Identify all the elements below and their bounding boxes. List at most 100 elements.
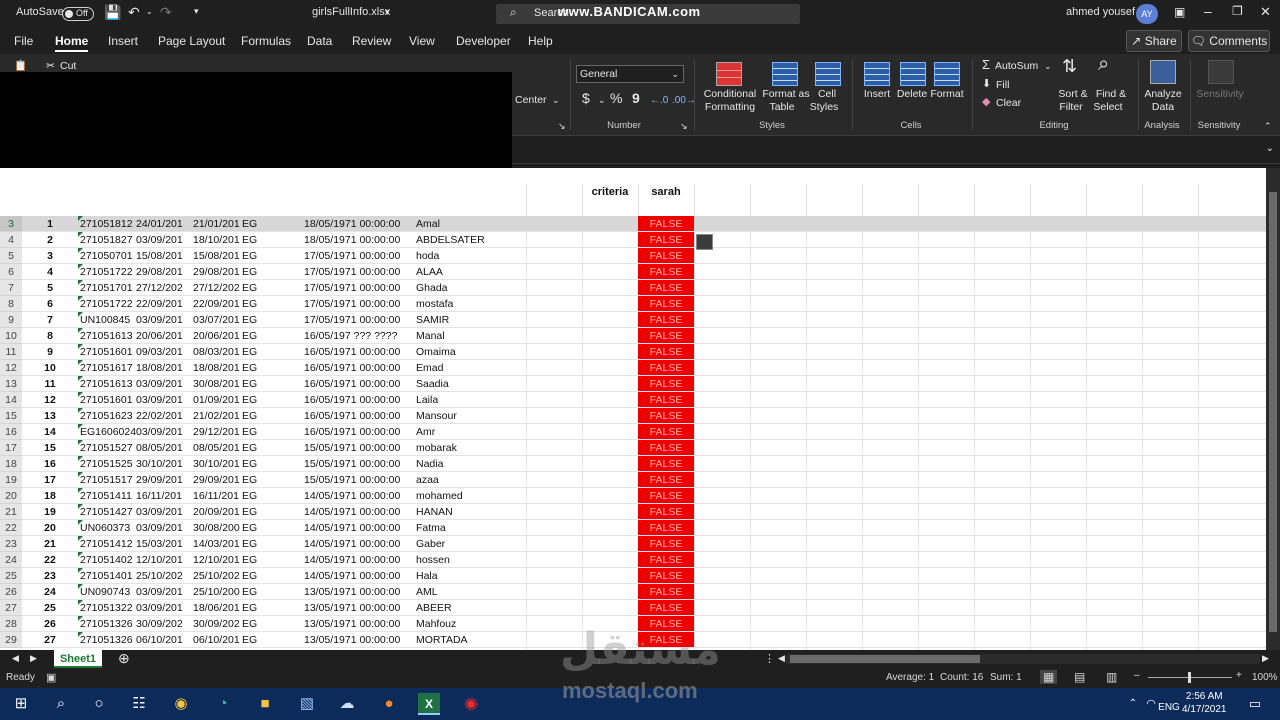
row-header[interactable]: 4 <box>0 232 22 248</box>
zoom-level[interactable]: 100% <box>1252 672 1278 683</box>
currency-dropdown-icon[interactable]: ⌄ <box>598 94 606 107</box>
cell-sarah-result[interactable]: FALSE <box>638 312 694 328</box>
cell-id[interactable]: UN090743 <box>80 584 136 600</box>
cell-sarah-result[interactable]: FALSE <box>638 600 694 616</box>
tab-view[interactable]: View <box>409 34 435 48</box>
cell-nationality[interactable]: EG <box>242 536 262 552</box>
cell-date-1[interactable]: 09/03/201 <box>136 344 192 360</box>
cell-nationality[interactable]: EG <box>242 232 262 248</box>
row-header[interactable]: 7 <box>0 280 22 296</box>
cell-date-2[interactable]: 21/02/201 <box>193 408 241 424</box>
notifications-icon[interactable]: ▭ <box>1244 693 1266 715</box>
cell-name[interactable]: Nadia <box>416 456 526 472</box>
cell-id[interactable]: 271051722 <box>80 296 136 312</box>
cell-date-2[interactable]: 18/06/201 <box>193 600 241 616</box>
cell-sarah-result[interactable]: FALSE <box>638 280 694 296</box>
cell-birthdate[interactable]: 17/05/1971 00:00:00 <box>304 280 414 296</box>
cell-birthdate[interactable]: 13/05/1971 00:00:00 <box>304 584 414 600</box>
cell-id[interactable]: UN060373 <box>80 520 136 536</box>
cell-nationality[interactable]: EG <box>242 488 262 504</box>
cell-id[interactable]: 271051401 <box>80 568 136 584</box>
cell-date-2[interactable]: 30/08/201 <box>193 376 241 392</box>
cell-nationality[interactable]: EG <box>242 408 262 424</box>
row-header[interactable]: 13 <box>0 376 22 392</box>
percent-icon[interactable]: % <box>610 91 622 105</box>
cell-date-2[interactable]: 30/08/200 <box>193 520 241 536</box>
cell-date-1[interactable]: 29/08/201 <box>136 264 192 280</box>
cell-date-1[interactable]: 15/08/201 <box>136 248 192 264</box>
cell-sarah-result[interactable]: FALSE <box>638 584 694 600</box>
cell-nationality[interactable]: EG <box>242 616 262 632</box>
cell-name[interactable]: Amr <box>416 424 526 440</box>
cell-index[interactable]: 10 <box>22 360 78 376</box>
currency-icon[interactable]: $ <box>582 91 590 105</box>
cell-index[interactable]: 13 <box>22 408 78 424</box>
cell-sarah-result[interactable]: FALSE <box>638 232 694 248</box>
cell-nationality[interactable]: EG <box>242 328 262 344</box>
cell-index[interactable]: 15 <box>22 440 78 456</box>
cell-date-2[interactable]: 25/10/200 <box>193 584 241 600</box>
sensitivity-label[interactable]: Sensitivity <box>1194 88 1246 101</box>
cell-nationality[interactable]: EG <box>242 600 262 616</box>
cell-birthdate[interactable]: 17/05/1971 00:00:00 <box>304 264 414 280</box>
cell-sarah-result[interactable]: FALSE <box>638 456 694 472</box>
cell-date-1[interactable]: 03/09/201 <box>136 504 192 520</box>
cell-birthdate[interactable]: 13/05/1971 00:00:00 <box>304 632 414 648</box>
cell-date-1[interactable]: 30/10/201 <box>136 456 192 472</box>
cell-name[interactable]: Saadia <box>416 376 526 392</box>
format-cells-icon[interactable] <box>934 62 960 86</box>
cell-date-1[interactable]: 22/02/201 <box>136 408 192 424</box>
sort-filter-label-1[interactable]: Sort & <box>1056 88 1090 101</box>
decrease-decimal-icon[interactable]: .00→ <box>672 94 696 107</box>
cell-sarah-result[interactable]: FALSE <box>638 216 694 232</box>
cell-nationality[interactable]: EG <box>242 296 262 312</box>
cell-nationality[interactable]: EG <box>242 632 262 648</box>
cell-name[interactable]: mohamed <box>416 488 526 504</box>
zoom-out-icon[interactable]: – <box>1134 670 1140 681</box>
cell-name[interactable]: ABEER <box>416 600 526 616</box>
cell-date-2[interactable]: 25/10/202 <box>193 568 241 584</box>
cell-id[interactable]: 271051722 <box>80 264 136 280</box>
firefox-icon[interactable]: ● <box>378 693 400 715</box>
cell-name[interactable]: Laila <box>416 392 526 408</box>
cell-birthdate[interactable]: 15/05/1971 00:00:00 <box>304 440 414 456</box>
cell-name[interactable]: HANAN <box>416 504 526 520</box>
tab-help[interactable]: Help <box>528 34 553 48</box>
split-handle-icon[interactable]: ⋮ <box>764 652 775 665</box>
minimize-icon[interactable]: – <box>1204 3 1212 19</box>
cell-date-1[interactable]: 03/09/201 <box>136 600 192 616</box>
cell-date-1[interactable]: 03/09/201 <box>136 232 192 248</box>
cell-birthdate[interactable]: 14/05/1971 00:00:00 <box>304 504 414 520</box>
header-sarah[interactable]: sarah <box>638 186 694 198</box>
cell-birthdate[interactable]: 14/05/1971 00:00:00 <box>304 552 414 568</box>
delete-cells-icon[interactable] <box>900 62 926 86</box>
close-icon[interactable]: ✕ <box>1260 4 1271 20</box>
cell-sarah-result[interactable]: FALSE <box>638 568 694 584</box>
cell-birthdate[interactable]: 15/05/1971 00:00:00 <box>304 472 414 488</box>
cell-date-2[interactable]: 29/12/201 <box>193 424 241 440</box>
cell-birthdate[interactable]: 16/05/1971 00:00:00 <box>304 344 414 360</box>
cell-birthdate[interactable]: 13/05/1971 00:00:00 <box>304 616 414 632</box>
cell-date-1[interactable]: 03/09/201 <box>136 392 192 408</box>
cell-index[interactable]: 25 <box>22 600 78 616</box>
row-header[interactable]: 6 <box>0 264 22 280</box>
autosum-dropdown-icon[interactable]: ⌄ <box>1044 60 1052 73</box>
row-header[interactable]: 23 <box>0 536 22 552</box>
cell-birthdate[interactable]: 14/05/1971 00:00:00 <box>304 568 414 584</box>
tab-home[interactable]: Home <box>55 34 89 52</box>
cell-styles-icon[interactable] <box>815 62 841 86</box>
cell-sarah-result[interactable]: FALSE <box>638 552 694 568</box>
cell-id[interactable]: 271051613 <box>80 328 136 344</box>
expand-formula-bar-icon[interactable]: ⌄ <box>1266 143 1274 154</box>
cell-birthdate[interactable]: 16/05/1971 00:00:00 <box>304 392 414 408</box>
cell-id[interactable]: 271051326 <box>80 616 136 632</box>
cell-birthdate[interactable]: 15/05/1971 00:00:00 <box>304 456 414 472</box>
cell-nationality[interactable]: EG <box>242 344 262 360</box>
customize-toolbar-icon[interactable]: ▾ <box>194 6 199 17</box>
cell-name[interactable]: Mahfouz <box>416 616 526 632</box>
accessibility-icon[interactable]: ▣ <box>46 671 56 684</box>
file-explorer-icon[interactable]: ■ <box>254 693 276 715</box>
prev-sheet-icon[interactable]: ◀ <box>12 653 19 664</box>
cell-name[interactable]: MORTADA <box>416 632 526 648</box>
cell-nationality[interactable]: EG <box>242 264 262 280</box>
